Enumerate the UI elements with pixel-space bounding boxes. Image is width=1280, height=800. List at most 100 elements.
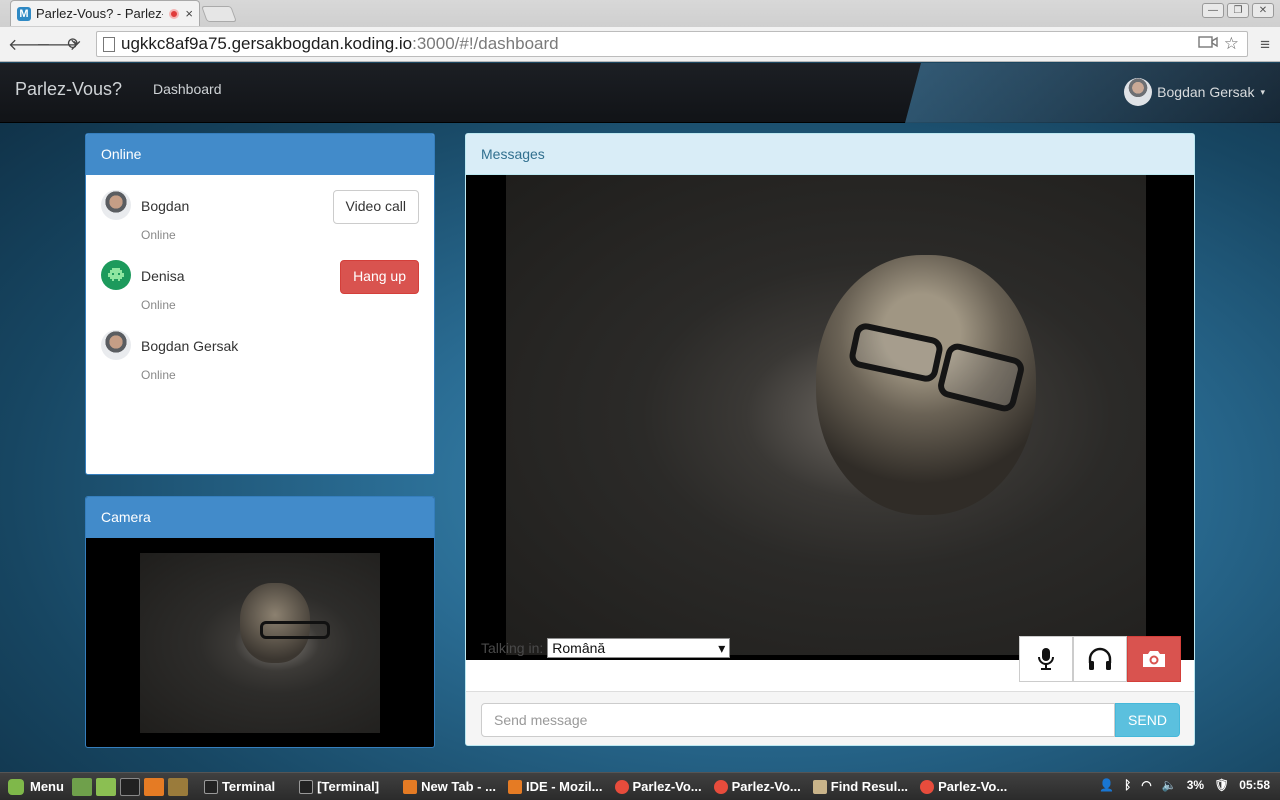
list-item: Bogdan Gersak Online [86,315,434,385]
top-navbar: Parlez-Vous? Dashboard Bogdan Gersak ▾ [0,63,1280,123]
battery-level[interactable]: 3% [1187,778,1204,792]
menu-icon[interactable]: ≡ [1260,35,1270,55]
camera-icon [1143,651,1165,667]
avatar [1124,78,1153,106]
language-select[interactable]: Română ▾ [547,638,731,658]
contact-status: Online [141,298,176,312]
chrome-icon [920,779,935,794]
taskbar-item-label: IDE - Mozil... [525,779,603,794]
remote-video-frame [506,175,1146,655]
avatar [101,260,131,290]
taskbar-item[interactable]: [Terminal] [299,779,379,794]
star-icon[interactable]: ☆ [1224,34,1239,54]
volume-icon[interactable]: 🔈 [1162,778,1177,792]
taskbar-item[interactable]: Find Resul... [812,779,908,794]
app-page: Parlez-Vous? Dashboard Bogdan Gersak ▾ O… [0,63,1280,772]
video-subject-glasses [260,621,330,639]
close-window-button[interactable]: ✕ [1252,3,1274,18]
start-menu-button[interactable]: Menu [8,778,64,795]
online-panel: Online Bogdan Online Video call Denisa O… [85,133,435,475]
video-call-button[interactable]: Video call [332,190,419,224]
terminal-icon [203,779,218,794]
taskbar-item[interactable]: Parlez-Vo... [920,779,1007,794]
camera-panel: Camera [85,496,435,748]
contact-status: Online [141,368,176,382]
search-results-icon [812,779,827,794]
taskbar-item[interactable]: Parlez-Vo... [713,779,801,794]
firefox-icon [403,779,418,794]
camera-access-icon[interactable] [1198,34,1218,54]
shield-icon[interactable]: 🛡 [1214,778,1229,792]
tab-close-icon[interactable]: × [185,6,193,21]
avatar [101,190,131,220]
reload-button[interactable]: ⟳ [64,34,84,54]
firefox-icon [507,779,522,794]
taskbar-item[interactable]: IDE - Mozil... [507,779,603,794]
firefox-launcher-icon[interactable] [143,777,164,796]
messages-panel: Messages Talking in: Română ▾ Send messa… [465,133,1195,746]
taskbar-item-label: Parlez-Vo... [938,779,1008,794]
taskbar-item-label: New Tab - ... [421,779,496,794]
taskbar-item[interactable]: Parlez-Vo... [614,779,702,794]
minimize-button[interactable]: — [1202,3,1224,18]
user-menu[interactable]: Bogdan Gersak ▾ [1124,78,1265,106]
address-bar[interactable]: ugkkc8af9a75.gersakbogdan.koding.io:3000… [96,31,1248,57]
back-button[interactable]: 🡐 [8,34,51,55]
taskbar-item[interactable]: Terminal [203,779,276,794]
taskbar-item-label: [Terminal] [317,779,380,794]
microphone-icon [1038,648,1054,670]
user-icon[interactable]: 👤 [1099,778,1114,792]
message-composer: SEND [466,691,1194,745]
chevron-down-icon: ▾ [1260,86,1265,97]
clock[interactable]: 05:58 [1239,778,1270,792]
headphones-icon [1088,647,1112,670]
editor-launcher-icon[interactable] [167,777,188,796]
browser-toolbar: 🡐 🡒 ⟳ ugkkc8af9a75.gersakbogdan.koding.i… [0,27,1280,62]
brand-link[interactable]: Parlez-Vous? [15,79,122,100]
language-row: Talking in: Română ▾ [481,638,731,658]
nav-dashboard-link[interactable]: Dashboard [153,81,222,97]
hang-up-button[interactable]: Hang up [340,260,419,294]
recording-indicator-icon [169,8,180,19]
taskbar-item[interactable]: New Tab - ... [403,779,496,794]
headphones-button[interactable] [1073,636,1127,682]
browser-tabstrip: M Parlez-Vous? - Parlez- × — ❐ ✕ [0,0,1280,27]
list-item: Denisa Online Hang up [86,245,434,315]
forward-button[interactable]: 🡒 [36,34,79,55]
start-menu-label: Menu [30,779,64,794]
taskbar-item-label: Terminal [221,779,276,794]
tab-title: Parlez-Vous? - Parlez- [36,6,164,21]
wifi-icon[interactable]: ◠ [1141,778,1151,792]
talking-in-label: Talking in: [481,640,544,656]
window-controls: — ❐ ✕ [1202,3,1274,18]
browser-tab[interactable]: M Parlez-Vous? - Parlez- × [10,0,200,26]
bluetooth-icon[interactable]: ᛒ [1124,778,1131,792]
contact-status: Online [141,228,176,242]
send-button[interactable]: SEND [1115,703,1180,737]
message-input[interactable] [481,703,1115,737]
chrome-icon [713,779,728,794]
contact-name: Bogdan Gersak [141,338,239,354]
terminal-launcher-icon[interactable] [119,777,140,796]
taskbar-item-label: Parlez-Vo... [731,779,801,794]
camera-panel-title: Camera [86,497,434,538]
alien-icon [108,268,124,281]
contact-name: Bogdan [141,198,190,214]
maximize-button[interactable]: ❐ [1227,3,1249,18]
files-launcher-icon[interactable] [95,777,116,796]
os-taskbar: Menu Terminal [Terminal] New Tab - ... I… [0,772,1280,800]
remote-video: Talking in: Română ▾ [466,175,1194,682]
list-item: Bogdan Online Video call [86,175,434,245]
avatar [101,330,131,360]
desktop-launcher-icon[interactable] [71,777,92,796]
taskbar-item-label: Parlez-Vo... [632,779,702,794]
microphone-button[interactable] [1019,636,1073,682]
url-path: :3000/#!/dashboard [412,34,559,53]
contact-name: Denisa [141,268,185,284]
camera-toggle-button[interactable] [1127,636,1181,682]
language-selected-value: Română [552,640,606,656]
new-tab-button[interactable] [201,6,237,22]
chrome-icon [614,779,629,794]
system-tray: 👤 ᛒ ◠ 🔈 3% 🛡 05:58 [1099,778,1270,792]
user-name: Bogdan Gersak [1157,84,1255,100]
